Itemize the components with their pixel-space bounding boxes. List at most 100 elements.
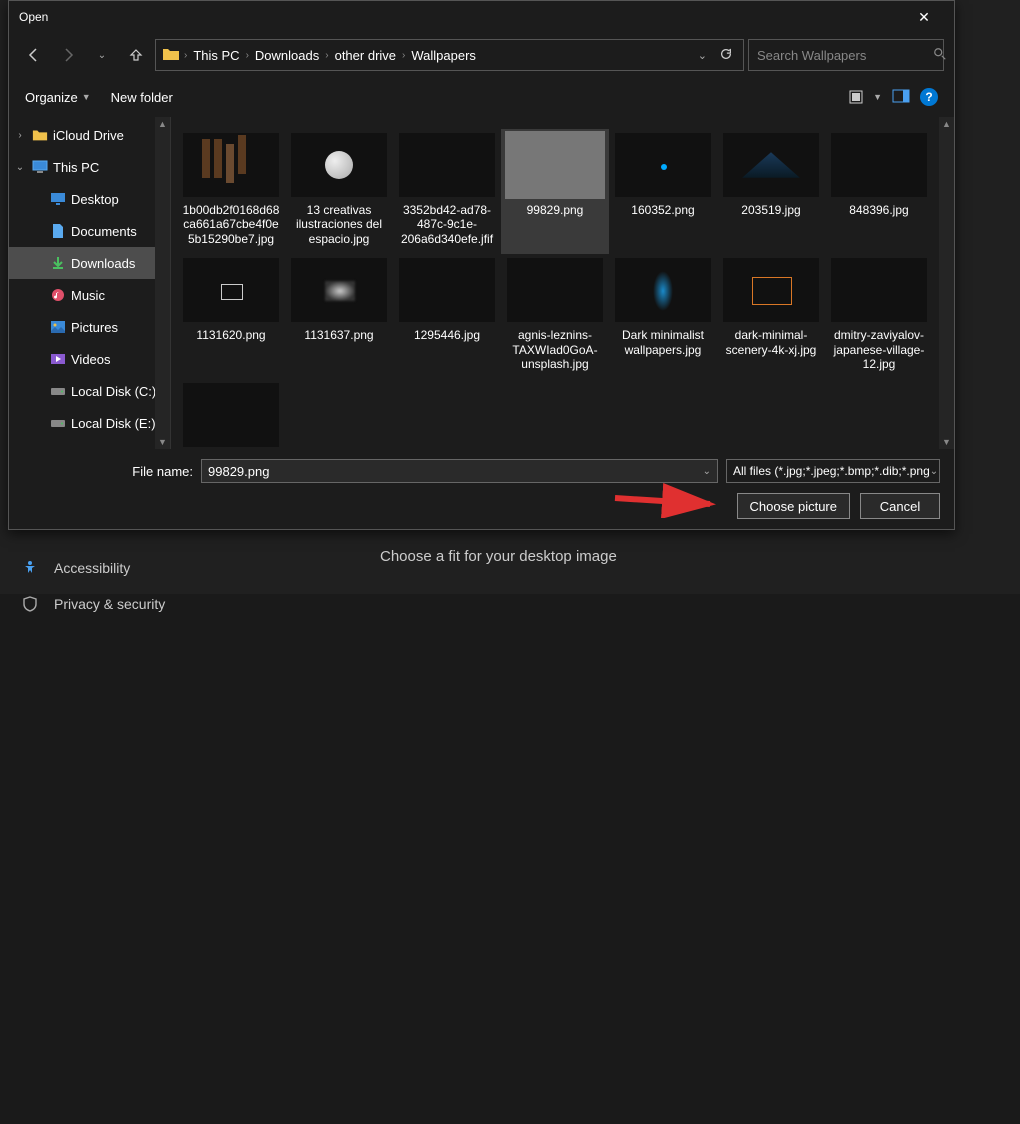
tree-item-videos[interactable]: Videos	[9, 343, 170, 375]
tree-item-label: This PC	[53, 160, 99, 175]
scroll-down-icon[interactable]: ▼	[939, 435, 954, 449]
file-item[interactable]: 1295446.jpg	[393, 254, 501, 379]
downloads-icon	[49, 256, 67, 270]
view-mode-button[interactable]: ▼	[849, 90, 882, 104]
desktop-icon	[49, 192, 67, 206]
file-thumbnail	[291, 258, 387, 322]
tree-item-documents[interactable]: Documents	[9, 215, 170, 247]
chevron-icon: ›	[402, 50, 405, 61]
file-thumbnail	[183, 383, 279, 447]
documents-icon	[49, 223, 67, 239]
breadcrumb-item[interactable]: other drive	[333, 48, 398, 63]
back-button[interactable]	[19, 40, 49, 70]
file-name: 203519.jpg	[741, 203, 800, 217]
nav-row: ⌄ › This PC › Downloads › other drive › …	[9, 33, 954, 77]
pc-icon	[31, 160, 49, 174]
file-item[interactable]: 1131620.png	[177, 254, 285, 379]
forward-button[interactable]	[53, 40, 83, 70]
file-item[interactable]: dark-minimal-scenery-4k-xj.jpg	[717, 254, 825, 379]
sidebar-privacy-label: Privacy & security	[54, 596, 165, 612]
accessibility-icon	[20, 560, 40, 576]
files-scrollbar[interactable]: ▲ ▼	[939, 117, 954, 449]
tree-item-local-disk-c-[interactable]: Local Disk (C:)	[9, 375, 170, 407]
path-dropdown[interactable]: ⌄	[694, 49, 711, 62]
open-dialog: Open ✕ ⌄ › This PC › Downloads › other d…	[8, 0, 955, 530]
tree-item-this-pc[interactable]: ⌄ This PC	[9, 151, 170, 183]
chevron-down-icon[interactable]: ⌄	[930, 466, 938, 477]
file-thumbnail	[615, 258, 711, 322]
close-button[interactable]: ✕	[904, 9, 944, 26]
file-item[interactable]: 848396.jpg	[825, 129, 933, 254]
sidebar-accessibility[interactable]: Accessibility	[0, 550, 280, 586]
file-item[interactable]: 203519.jpg	[717, 129, 825, 254]
file-item[interactable]: 1b00db2f0168d68ca661a67cbe4f0e5b15290be7…	[177, 129, 285, 254]
organize-menu[interactable]: Organize ▼	[25, 90, 91, 105]
file-item[interactable]: 160352.png	[609, 129, 717, 254]
thumbnails-icon	[849, 90, 867, 104]
preview-pane-button[interactable]	[892, 89, 910, 106]
file-item[interactable]: agnis-leznins-TAXWIad0GoA-unsplash.jpg	[501, 254, 609, 379]
choose-picture-button[interactable]: Choose picture	[737, 493, 850, 519]
cancel-button[interactable]: Cancel	[860, 493, 940, 519]
help-button[interactable]: ?	[920, 88, 938, 106]
file-thumbnail	[291, 133, 387, 197]
file-name: 1131620.png	[196, 328, 265, 342]
refresh-button[interactable]	[715, 47, 737, 64]
file-name: dmitry-zaviyalov-japanese-village-12.jpg	[829, 328, 929, 371]
tree-scrollbar[interactable]: ▲ ▼	[155, 117, 170, 449]
breadcrumb-item[interactable]: This PC	[191, 48, 241, 63]
search-input[interactable]	[757, 48, 933, 63]
tree-item-local-disk-e-[interactable]: Local Disk (E:)	[9, 407, 170, 439]
recent-dropdown[interactable]: ⌄	[87, 40, 117, 70]
scroll-up-icon[interactable]: ▲	[939, 117, 954, 131]
up-button[interactable]	[121, 40, 151, 70]
tree-item-label: Downloads	[71, 256, 135, 271]
tree-item-icloud-drive[interactable]: ›iCloud Drive	[9, 119, 170, 151]
chevron-icon: ›	[325, 50, 328, 61]
file-item[interactable]: 3352bd42-ad78-487c-9c1e-206a6d340efe.jfi…	[393, 129, 501, 254]
expander-icon[interactable]: ›	[13, 130, 27, 141]
file-item[interactable]: dmitry-zaviyalov-japanese-village-12.jpg	[825, 254, 933, 379]
dialog-body: ›iCloud Drive ⌄ This PC Desktop Documents Dow…	[9, 117, 954, 449]
file-item[interactable]: 99829.png	[501, 129, 609, 254]
tree-item-label: Documents	[71, 224, 137, 239]
tree-item-desktop[interactable]: Desktop	[9, 183, 170, 215]
search-box[interactable]	[748, 39, 944, 71]
file-item[interactable]	[177, 379, 285, 449]
disk-icon	[49, 385, 67, 397]
chevron-down-icon[interactable]: ⌄	[703, 466, 711, 477]
file-name: 1b00db2f0168d68ca661a67cbe4f0e5b15290be7…	[181, 203, 281, 246]
breadcrumb-item[interactable]: Wallpapers	[409, 48, 478, 63]
file-thumbnail	[399, 258, 495, 322]
chevron-icon: ›	[246, 50, 249, 61]
chevron-icon: ›	[184, 50, 187, 61]
breadcrumb-item[interactable]: Downloads	[253, 48, 321, 63]
address-bar[interactable]: › This PC › Downloads › other drive › Wa…	[155, 39, 744, 71]
filename-input[interactable]: 99829.png ⌄	[201, 459, 718, 483]
scroll-up-icon[interactable]: ▲	[155, 117, 170, 131]
file-thumbnail	[399, 133, 495, 197]
filetype-filter[interactable]: All files (*.jpg;*.jpeg;*.bmp;*.dib;*.pn…	[726, 459, 940, 483]
tree-item-label: Music	[71, 288, 105, 303]
dialog-title: Open	[19, 10, 904, 24]
expander-icon[interactable]: ⌄	[13, 162, 27, 173]
shield-icon	[20, 596, 40, 612]
file-name: 99829.png	[527, 203, 584, 217]
file-thumbnail	[507, 133, 603, 197]
tree-item-downloads[interactable]: Downloads	[9, 247, 170, 279]
tree-item-pictures[interactable]: Pictures	[9, 311, 170, 343]
file-item[interactable]: Dark minimalist wallpapers.jpg	[609, 254, 717, 379]
scroll-down-icon[interactable]: ▼	[155, 435, 170, 449]
file-item[interactable]: 13 creativas ilustraciones del espacio.j…	[285, 129, 393, 254]
sidebar-privacy[interactable]: Privacy & security	[0, 586, 280, 622]
music-icon	[49, 288, 67, 302]
file-thumbnail	[615, 133, 711, 197]
disk-icon	[49, 417, 67, 429]
tree-item-music[interactable]: Music	[9, 279, 170, 311]
file-item[interactable]: 1131637.png	[285, 254, 393, 379]
new-folder-button[interactable]: New folder	[111, 90, 173, 105]
toolbar: Organize ▼ New folder ▼ ?	[9, 77, 954, 117]
file-thumbnail	[831, 258, 927, 322]
file-thumbnail	[183, 133, 279, 197]
tree-item-label: Pictures	[71, 320, 118, 335]
